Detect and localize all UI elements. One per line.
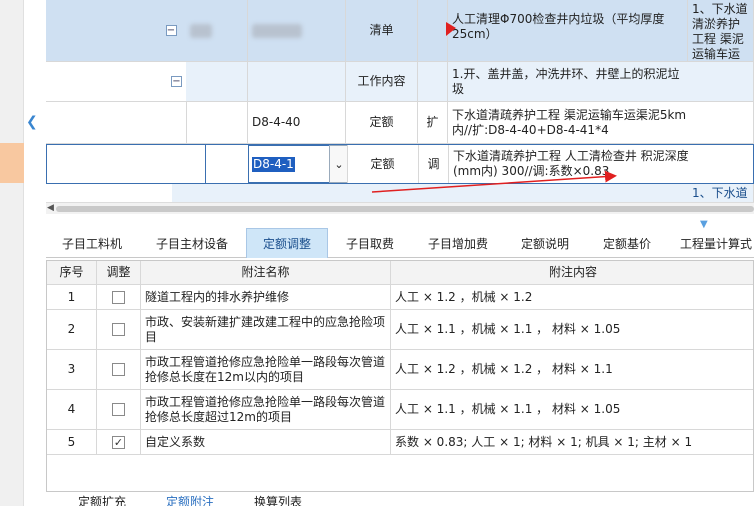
content-cell[interactable]: 人工 × 1.2 ，机械 × 1.2 [391,285,753,309]
collapse-icon[interactable]: − [165,25,177,36]
header-name[interactable]: 附注名称 [141,261,391,284]
bottom-tabs: 定额扩充 定额附注 换算列表 [46,494,754,506]
extra-cell[interactable]: 1、下水道 [688,184,754,203]
tab-conversion-list[interactable]: 换算列表 [234,494,322,506]
table-row[interactable]: 3 市政工程管道抢修应急抢险单一路段每次管道抢修总长度在12m以内的项目 人工 … [47,350,753,390]
seq-cell: 1 [47,285,97,309]
upper-grid: − 清单 人工清理Φ700检查井内垃圾（平均厚度25cm） 1、下水道清淤养护工… [46,0,754,205]
tab-quota-desc[interactable]: 定额说明 [504,228,586,258]
table-header: 序号 调整 附注名称 附注内容 [47,261,753,285]
table-row[interactable]: − 工作内容 1.开、盖井盖，冲洗井环、井壁上的积泥垃圾 [46,62,754,102]
table-row[interactable]: 5 ✓ 自定义系数 系数 × 0.83; 人工 × 1; 材料 × 1; 机具 … [47,430,753,455]
table-row[interactable]: D8-4-40 定额 扩 下水道清疏养护工程 渠泥运输车运渠泥5km内//扩:D… [46,102,754,144]
notes-grid: 序号 调整 附注名称 附注内容 1 隧道工程内的排水养护维修 人工 × 1.2 … [46,260,754,492]
adjust-checkbox-checked[interactable]: ✓ [112,435,125,449]
collapse-icon[interactable]: − [171,76,182,87]
tab-main-materials[interactable]: 子目主材设备 [138,228,246,258]
tab-extra-fee[interactable]: 子目增加费 [412,228,504,258]
header-adjust[interactable]: 调整 [97,261,141,284]
type-cell[interactable]: 定额 [346,102,418,143]
name-cell: 自定义系数 [141,430,391,454]
type-cell[interactable]: 工作内容 [346,62,418,101]
split-arrow-icon[interactable]: ❮ [26,114,38,130]
name-cell: 市政、安装新建扩建改建工程中的应急抢险项目 [141,310,391,349]
desc-cell[interactable]: 下水道清疏养护工程 渠泥运输车运渠泥5km内//扩:D8-4-40+D8-4-4… [448,102,754,143]
code-cell[interactable]: D8-4-40 [248,102,346,143]
content-cell[interactable]: 系数 × 0.83; 人工 × 1; 材料 × 1; 机具 × 1; 主材 × … [391,430,753,454]
chevron-down-icon[interactable]: ⌄ [329,145,347,183]
tab-base-price[interactable]: 定额基价 [586,228,668,258]
adjust-checkbox[interactable] [112,403,125,416]
table-row[interactable]: 1、下水道 [46,184,754,204]
seq-cell: 3 [47,350,97,389]
tab-quota-adjust[interactable]: 定额调整 [246,228,328,258]
desc-cell[interactable]: 下水道清疏养护工程 人工清检查井 积泥深度(mm内) 300//调:系数×0.8… [449,145,754,183]
table-row[interactable]: 2 市政、安装新建扩建改建工程中的应急抢险项目 人工 × 1.1 ，机械 × 1… [47,310,753,350]
adjust-checkbox[interactable] [112,363,125,376]
table-row-selected[interactable]: D8-4-1 ⌄ 定额 调 下水道清疏养护工程 人工清检查井 积泥深度(mm内)… [46,144,754,184]
type-cell[interactable]: 清单 [346,0,418,61]
content-cell[interactable]: 人工 × 1.1 ，机械 × 1.1 ， 材料 × 1.05 [391,310,753,349]
content-cell[interactable]: 人工 × 1.2 ，机械 × 1.2 ， 材料 × 1.1 [391,350,753,389]
tab-quantity-formula[interactable]: 工程量计算式 [668,228,754,258]
desc-cell[interactable]: 人工清理Φ700检查井内垃圾（平均厚度25cm） [448,0,688,61]
adjust-checkbox[interactable] [112,323,125,336]
seq-cell: 5 [47,430,97,454]
content-cell[interactable]: 人工 × 1.1 ，机械 × 1.1 ， 材料 × 1.05 [391,390,753,429]
header-seq[interactable]: 序号 [47,261,97,284]
flag-cell[interactable]: 扩 [418,102,448,143]
header-content[interactable]: 附注内容 [391,261,753,284]
code-input[interactable]: D8-4-1 ⌄ [248,145,347,183]
table-row[interactable]: 1 隧道工程内的排水养护维修 人工 × 1.2 ，机械 × 1.2 [47,285,753,310]
seq-cell: 4 [47,390,97,429]
blurred-code [190,23,212,38]
scrollbar-thumb[interactable] [56,206,754,212]
detail-tabs: 子目工料机 子目主材设备 定额调整 子目取费 子目增加费 定额说明 定额基价 工… [46,228,754,258]
name-cell: 隧道工程内的排水养护维修 [141,285,391,309]
name-cell: 市政工程管道抢修应急抢险单一路段每次管道抢修总长度在12m以内的项目 [141,350,391,389]
code-input-value: D8-4-1 [252,156,295,172]
horizontal-scrollbar[interactable]: ◀ [46,202,754,214]
tab-labor-material[interactable]: 子目工料机 [46,228,138,258]
adjust-checkbox[interactable] [112,290,125,304]
tab-fee[interactable]: 子目取费 [328,228,412,258]
current-row-marker [0,143,24,183]
name-cell: 市政工程管道抢修应急抢险单一路段每次管道抢修总长度超过12m的项目 [141,390,391,429]
flag-cell[interactable]: 调 [419,145,449,183]
table-row[interactable]: − 清单 人工清理Φ700检查井内垃圾（平均厚度25cm） 1、下水道清淤养护工… [46,0,754,62]
scroll-left-icon[interactable]: ◀ [47,203,54,213]
table-row[interactable]: 4 市政工程管道抢修应急抢险单一路段每次管道抢修总长度超过12m的项目 人工 ×… [47,390,753,430]
tab-quota-extend[interactable]: 定额扩充 [58,494,146,506]
blurred-name [252,23,302,38]
seq-cell: 2 [47,310,97,349]
tab-quota-notes[interactable]: 定额附注 [146,494,234,506]
extra-cell[interactable]: 1、下水道清淤养护工程 渠泥运输车运渠泥 2、下水道清淤养护工程 人工清检查井 … [688,0,754,61]
left-gutter [0,0,24,506]
desc-cell[interactable]: 1.开、盖井盖，冲洗井环、井壁上的积泥垃圾 [448,62,754,101]
type-cell[interactable]: 定额 [347,145,419,183]
